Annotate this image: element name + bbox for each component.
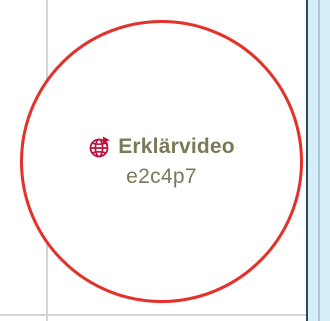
bottom-divider [0, 314, 306, 316]
side-panel-border [306, 0, 308, 321]
badge-code: e2c4p7 [126, 164, 197, 188]
globe-cursor-icon [88, 135, 112, 159]
badge-title: Erklärvideo [118, 134, 235, 158]
badge-title-row[interactable]: Erklärvideo [88, 135, 235, 159]
side-panel-edge [318, 0, 320, 321]
video-badge[interactable]: Erklärvideo e2c4p7 [20, 20, 303, 303]
